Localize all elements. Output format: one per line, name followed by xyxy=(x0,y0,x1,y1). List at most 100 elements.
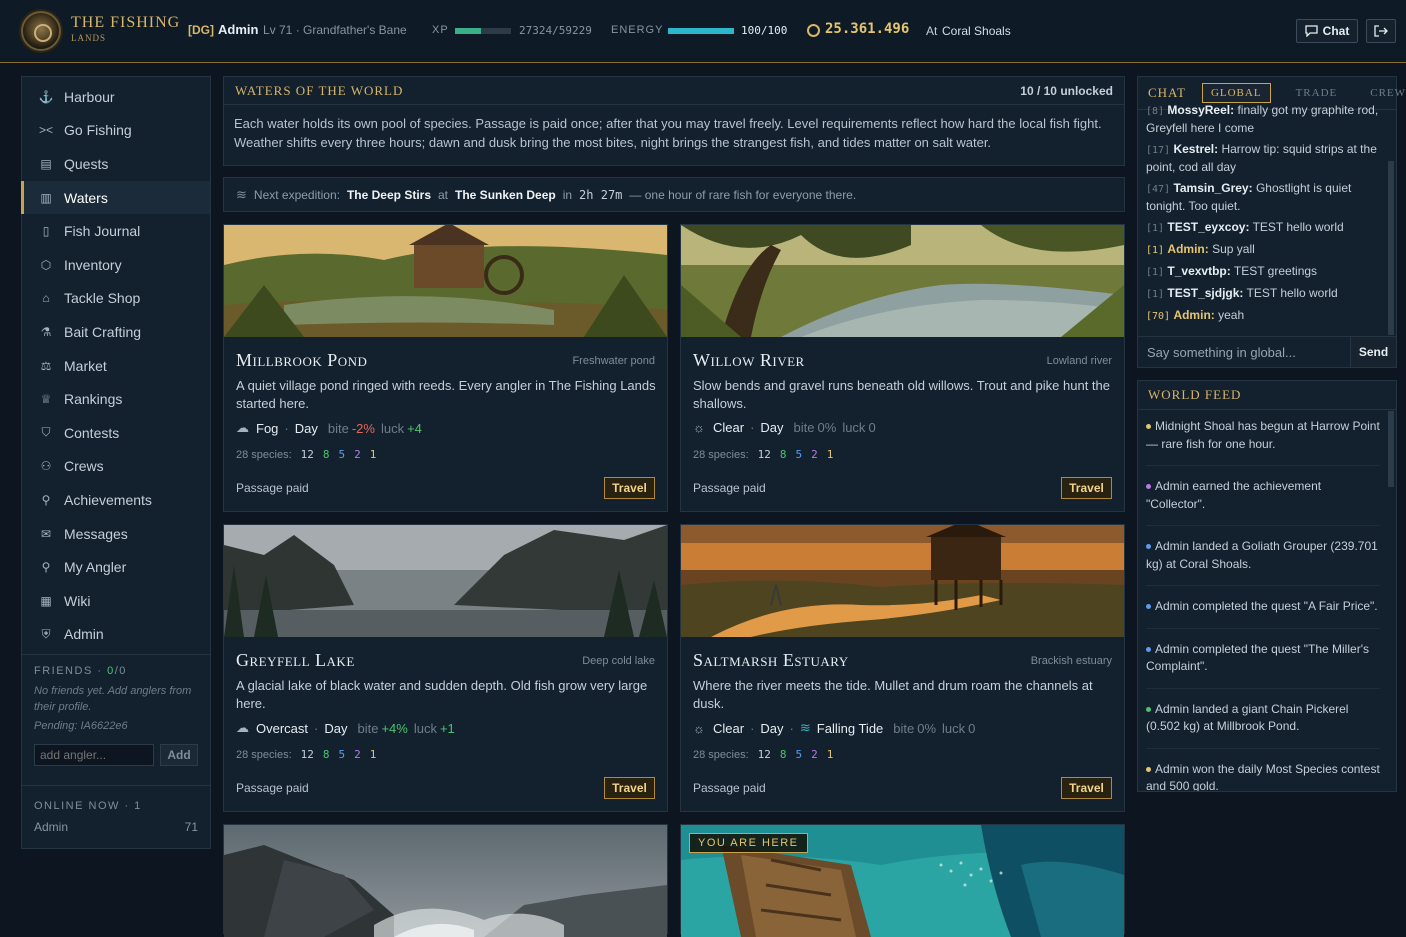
species-epic: 2 xyxy=(354,448,361,461)
chat-message-author[interactable]: TEST_eyxcoy: xyxy=(1167,220,1249,234)
chat-message-author[interactable]: Kestrel: xyxy=(1173,142,1218,156)
chat-message-author[interactable]: Admin: xyxy=(1167,242,1208,256)
luck-value: 0 xyxy=(968,720,976,736)
travel-button[interactable]: Travel xyxy=(1061,777,1112,799)
sidebar-item-bait-crafting[interactable]: ⚗ Bait Crafting xyxy=(21,315,210,349)
water-description: A quiet village pond ringed with reeds. … xyxy=(236,378,656,411)
tide-icon: ≋ xyxy=(799,720,811,735)
water-description: Slow bends and gravel runs beneath old w… xyxy=(693,378,1110,411)
sidebar-item-quests[interactable]: ▤ Quests xyxy=(21,147,210,181)
sidebar-item-rankings[interactable]: ♕ Rankings xyxy=(21,382,210,416)
send-button[interactable]: Send xyxy=(1350,337,1396,367)
water-type: Brackish estuary xyxy=(1030,655,1112,667)
feed-scrollbar[interactable] xyxy=(1388,411,1394,487)
bite-value: +4% xyxy=(381,720,408,736)
sidebar-item-label: Fish Journal xyxy=(64,223,141,240)
sidebar-item-label: Harbour xyxy=(64,88,115,105)
conditions-row: ☁ Fog · Day bite -2% luck +4 xyxy=(236,420,422,436)
sidebar-item-harbour[interactable]: ⚓ Harbour xyxy=(21,80,210,114)
travel-button[interactable]: Travel xyxy=(604,477,655,499)
tab-crew[interactable]: CREW xyxy=(1370,87,1406,99)
sidebar-item-tackle-shop[interactable]: ⌂ Tackle Shop xyxy=(21,282,210,316)
expedition-name: The Deep Stirs xyxy=(346,187,431,202)
chat-message-author[interactable]: Admin: xyxy=(1173,308,1214,322)
logout-button[interactable] xyxy=(1366,19,1396,43)
book-icon: ▯ xyxy=(42,224,50,239)
sidebar-item-my-angler[interactable]: ⚲ My Angler xyxy=(21,550,210,584)
sidebar-item-contests[interactable]: ⛉ Contests xyxy=(21,416,210,450)
sidebar-item-inventory[interactable]: ⬡ Inventory xyxy=(21,248,210,282)
chat-message-author[interactable]: Tamsin_Grey: xyxy=(1173,181,1252,195)
conditions-row: ☼ Clear · Day bite 0% luck 0 xyxy=(693,420,876,435)
sidebar-item-market[interactable]: ⚖ Market xyxy=(21,349,210,383)
username[interactable]: Admin xyxy=(218,22,258,37)
water-name: Willow River xyxy=(693,350,805,370)
sidebar-item-go-fishing[interactable]: >< Go Fishing xyxy=(21,114,210,148)
luck-value: +4 xyxy=(407,420,422,436)
box-icon: ⬡ xyxy=(40,257,52,272)
chat-message-author[interactable]: MossyReel: xyxy=(1167,103,1234,117)
chat-message-level: [1] xyxy=(1146,223,1165,234)
chat-message: [1] T_vexvtbp: TEST greetings xyxy=(1146,263,1380,281)
shop-icon: ⌂ xyxy=(42,291,50,306)
sidebar-item-label: Wiki xyxy=(64,592,91,609)
award-icon: ⚲ xyxy=(41,492,51,507)
species-legendary: 1 xyxy=(826,748,834,761)
unlocked-count: 10 / 10 unlocked xyxy=(1020,83,1113,98)
user-icon: ⚲ xyxy=(41,560,51,575)
chat-input[interactable]: Say something in global... xyxy=(1138,337,1350,367)
species-legendary: 1 xyxy=(369,448,377,461)
add-angler-input[interactable] xyxy=(34,744,154,766)
tab-global[interactable]: GLOBAL xyxy=(1201,83,1271,103)
online-user-row[interactable]: Admin 71 xyxy=(34,820,198,834)
chat-button[interactable]: Chat xyxy=(1296,19,1358,43)
sidebar-item-label: Tackle Shop xyxy=(64,290,141,307)
chat-message-level: [1] xyxy=(1146,267,1165,278)
sidebar-item-achievements[interactable]: ⚲ Achievements xyxy=(21,483,210,517)
chat-scrollbar[interactable] xyxy=(1388,161,1394,335)
chat-message-author[interactable]: T_vexvtbp: xyxy=(1167,264,1230,278)
water-illustration xyxy=(224,225,667,337)
chat-message-level: [70] xyxy=(1146,311,1171,322)
species-rare: 5 xyxy=(338,448,346,461)
chat-message: [17] Kestrel: Harrow tip: squid strips a… xyxy=(1146,141,1380,176)
online-label: ONLINE NOW · 1 xyxy=(34,800,142,812)
passage-status: Passage paid xyxy=(236,781,309,795)
feed-item: Admin landed a giant Chain Pickerel (0.5… xyxy=(1146,701,1380,749)
travel-button[interactable]: Travel xyxy=(604,777,655,799)
sidebar-item-waters[interactable]: ▥ Waters xyxy=(21,180,210,215)
travel-button[interactable]: Travel xyxy=(1061,477,1112,499)
luck-value: +1 xyxy=(439,720,455,736)
species-epic: 2 xyxy=(354,748,361,761)
add-friend-button[interactable]: Add xyxy=(160,744,198,766)
species-uncommon: 8 xyxy=(322,748,330,761)
chat-message: [47] Tamsin_Grey: Ghostlight is quiet to… xyxy=(1146,180,1380,215)
species-rare: 5 xyxy=(338,748,346,761)
chat-message-author[interactable]: TEST_sjdjgk: xyxy=(1167,286,1243,300)
energy-bar xyxy=(668,28,734,34)
waters-header: WATERS OF THE WORLD 10 / 10 unlocked xyxy=(224,77,1124,105)
online-user-name: Admin xyxy=(34,820,69,834)
coast-illustration xyxy=(224,825,667,937)
tab-trade[interactable]: TRADE xyxy=(1296,87,1338,99)
bite-label: bite xyxy=(893,720,915,736)
sidebar-item-label: Rankings xyxy=(64,391,123,408)
conditions-row: ☼ Clear · Day · ≋ Falling Tide bite 0% luc… xyxy=(693,720,975,736)
sidebar-item-admin[interactable]: ⛨ Admin xyxy=(21,618,210,652)
feed-item-text: Admin completed the quest "The Miller's … xyxy=(1146,641,1369,674)
current-location: Coral Shoals xyxy=(942,24,1011,38)
logo-icon[interactable] xyxy=(21,11,61,51)
sidebar-item-crews[interactable]: ⚇ Crews xyxy=(21,450,210,484)
species-label: 28 species: xyxy=(236,748,292,761)
chat-input-row: Say something in global... Send xyxy=(1138,336,1396,367)
species-common: 12 xyxy=(300,448,314,461)
chat-message-level: [1] xyxy=(1146,245,1165,256)
xp-bar-fill xyxy=(455,28,481,34)
sidebar-item-wiki[interactable]: ▦ Wiki xyxy=(21,584,210,618)
water-card-greyfell-lake: Greyfell Lake Deep cold lake A glacial l… xyxy=(223,524,668,812)
sidebar-item-label: My Angler xyxy=(64,559,127,576)
sidebar-item-fish-journal[interactable]: ▯ Fish Journal xyxy=(21,214,210,248)
sidebar-item-messages[interactable]: ✉ Messages xyxy=(21,517,210,551)
coast-image xyxy=(224,825,667,937)
friends-header: FRIENDS · 0/0 xyxy=(34,665,198,677)
